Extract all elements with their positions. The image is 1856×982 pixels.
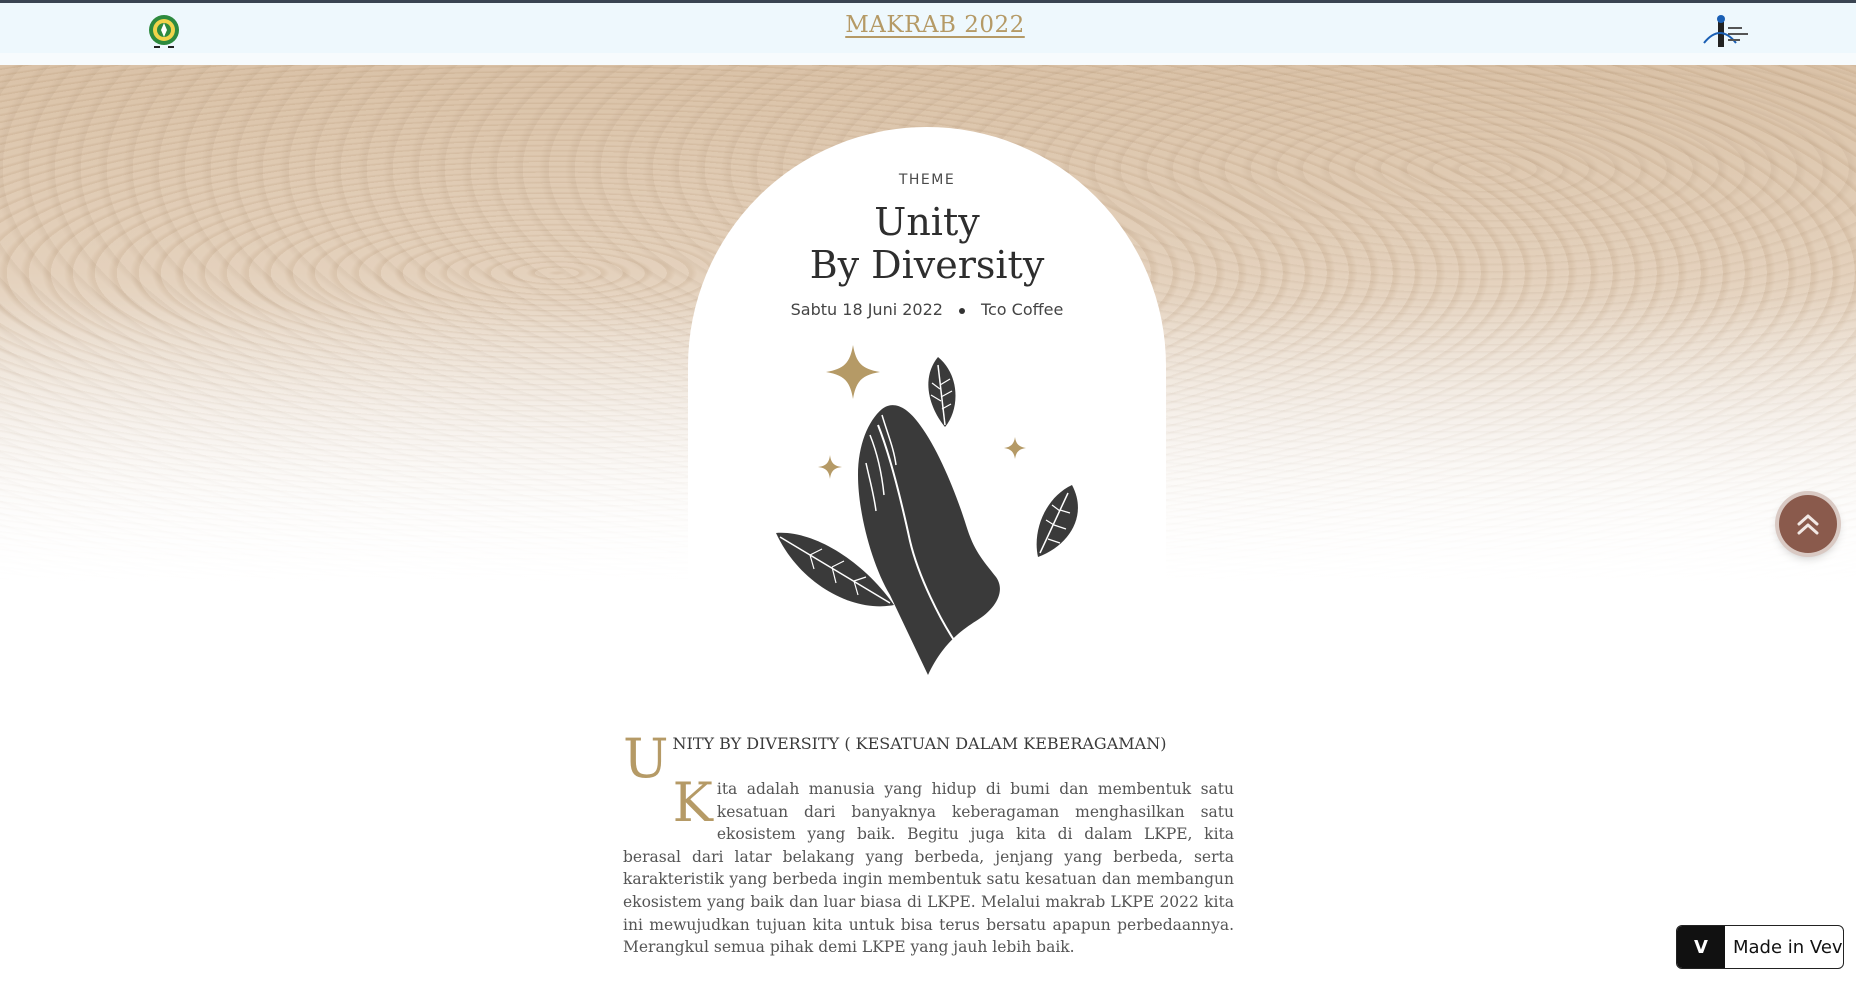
header-spacer	[0, 53, 1856, 65]
university-logo-icon[interactable]	[146, 13, 182, 51]
event-date: Sabtu 18 Juni 2022	[790, 300, 943, 319]
heading-text: NITY BY DIVERSITY ( KESATUAN DALAM KEBER…	[672, 734, 1167, 753]
made-in-vev-badge[interactable]: V Made in Vev	[1676, 925, 1844, 969]
theme-label: THEME	[898, 172, 956, 188]
theme-title-line2: By Diversity	[809, 243, 1045, 287]
event-venue: Tco Coffee	[980, 300, 1064, 319]
vev-logo-icon: V	[1677, 926, 1725, 968]
article-paragraph: ita adalah manusia yang hidup di bumi da…	[623, 780, 1234, 957]
article-heading: U NITY BY DIVERSITY ( KESATUAN DALAM KEBE…	[623, 728, 1234, 786]
event-meta: Sabtu 18 Juni 2022 Tco Coffee	[688, 300, 1166, 319]
organization-logo-icon[interactable]	[1700, 13, 1756, 53]
scroll-to-top-button[interactable]	[1779, 495, 1837, 553]
paragraph-dropcap: K	[672, 771, 713, 834]
theme-title-line1: Unity	[874, 200, 980, 244]
site-header: MAKRAB 2022	[0, 3, 1856, 53]
vev-badge-label: Made in Vev	[1733, 936, 1843, 958]
heading-dropcap: U	[623, 727, 669, 790]
site-title-link[interactable]: MAKRAB 2022	[800, 12, 1070, 38]
article-paragraph-block: K ita adalah manusia yang hidup di bumi …	[623, 771, 1234, 959]
separator-dot	[958, 307, 965, 314]
theme-article: U NITY BY DIVERSITY ( KESATUAN DALAM KEBE…	[623, 728, 1234, 959]
praying-hands-illustration-icon	[776, 345, 1078, 675]
double-chevron-up-icon	[1797, 514, 1819, 535]
